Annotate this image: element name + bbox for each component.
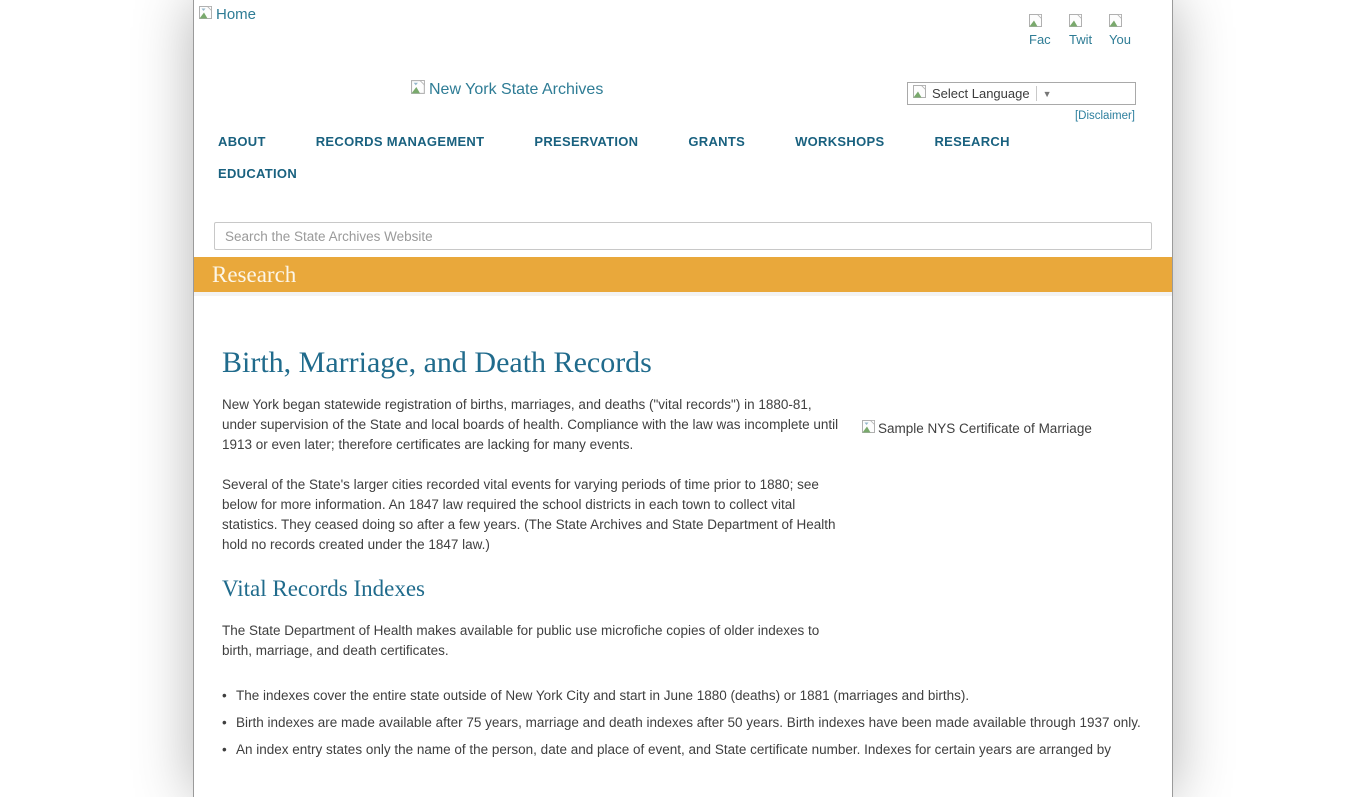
facebook-link[interactable]: Fac (1029, 13, 1056, 50)
nav-item: RESEARCH (934, 134, 1059, 149)
broken-image-icon (913, 84, 928, 104)
youtube-alt-text: You (1109, 32, 1131, 47)
main-content: Birth, Marriage, and Death Records Sampl… (194, 345, 1172, 797)
site-logo-link[interactable]: New York State Archives (411, 79, 603, 100)
search-bar (214, 222, 1152, 250)
nav-item: GRANTS (688, 134, 795, 149)
home-link-label: Home (216, 6, 256, 23)
nav-item-research[interactable]: RESEARCH (934, 134, 1009, 149)
page-container: Home Fac Twit You (193, 0, 1173, 797)
broken-image-icon (1109, 13, 1124, 32)
home-link[interactable]: Home (199, 5, 256, 24)
list-item: An index entry states only the name of t… (222, 740, 1144, 760)
facebook-alt-text: Fac (1029, 32, 1051, 47)
language-select-dropdown[interactable]: Select Language ▼ (907, 82, 1136, 105)
site-logo-alt-text: New York State Archives (429, 81, 603, 99)
broken-image-icon (862, 419, 877, 437)
twitter-alt-text: Twit (1069, 32, 1092, 47)
divider (1036, 86, 1037, 101)
disclaimer-link[interactable]: [Disclaimer] (1075, 110, 1135, 122)
sample-certificate-image: Sample NYS Certificate of Marriage (862, 395, 1144, 660)
nav-item: RECORDS MANAGEMENT (316, 134, 535, 149)
nav-item-records-management[interactable]: RECORDS MANAGEMENT (316, 134, 485, 149)
broken-image-icon (411, 79, 427, 100)
nav-item-workshops[interactable]: WORKSHOPS (795, 134, 884, 149)
page-title: Birth, Marriage, and Death Records (222, 345, 1144, 381)
site-header: Home Fac Twit You (194, 0, 1172, 216)
nav-item-grants[interactable]: GRANTS (688, 134, 745, 149)
search-input[interactable] (214, 222, 1152, 250)
list-item: The indexes cover the entire state outsi… (222, 686, 1144, 706)
nav-item: EDUCATION (218, 166, 347, 181)
section-banner: Research (194, 257, 1172, 296)
social-links: Fac Twit You (1029, 13, 1136, 50)
youtube-link[interactable]: You (1109, 13, 1136, 50)
nav-item: WORKSHOPS (795, 134, 934, 149)
section-title: Research (212, 262, 296, 287)
language-select-label: Select Language (932, 86, 1030, 101)
twitter-link[interactable]: Twit (1069, 13, 1096, 50)
broken-image-icon (1029, 13, 1044, 32)
chevron-down-icon: ▼ (1043, 89, 1052, 99)
nav-item-about[interactable]: ABOUT (218, 134, 266, 149)
nav-item: PRESERVATION (534, 134, 688, 149)
nav-item-education[interactable]: EDUCATION (218, 166, 297, 181)
nav-item-preservation[interactable]: PRESERVATION (534, 134, 638, 149)
nav-item: ABOUT (218, 134, 316, 149)
broken-image-icon (1069, 13, 1084, 32)
list-item: Birth indexes are made available after 7… (222, 713, 1144, 733)
broken-image-icon (199, 5, 214, 24)
image-alt-text: Sample NYS Certificate of Marriage (878, 421, 1092, 436)
main-nav: ABOUT RECORDS MANAGEMENT PRESERVATION GR… (218, 134, 1063, 181)
index-info-list: The indexes cover the entire state outsi… (222, 686, 1144, 760)
